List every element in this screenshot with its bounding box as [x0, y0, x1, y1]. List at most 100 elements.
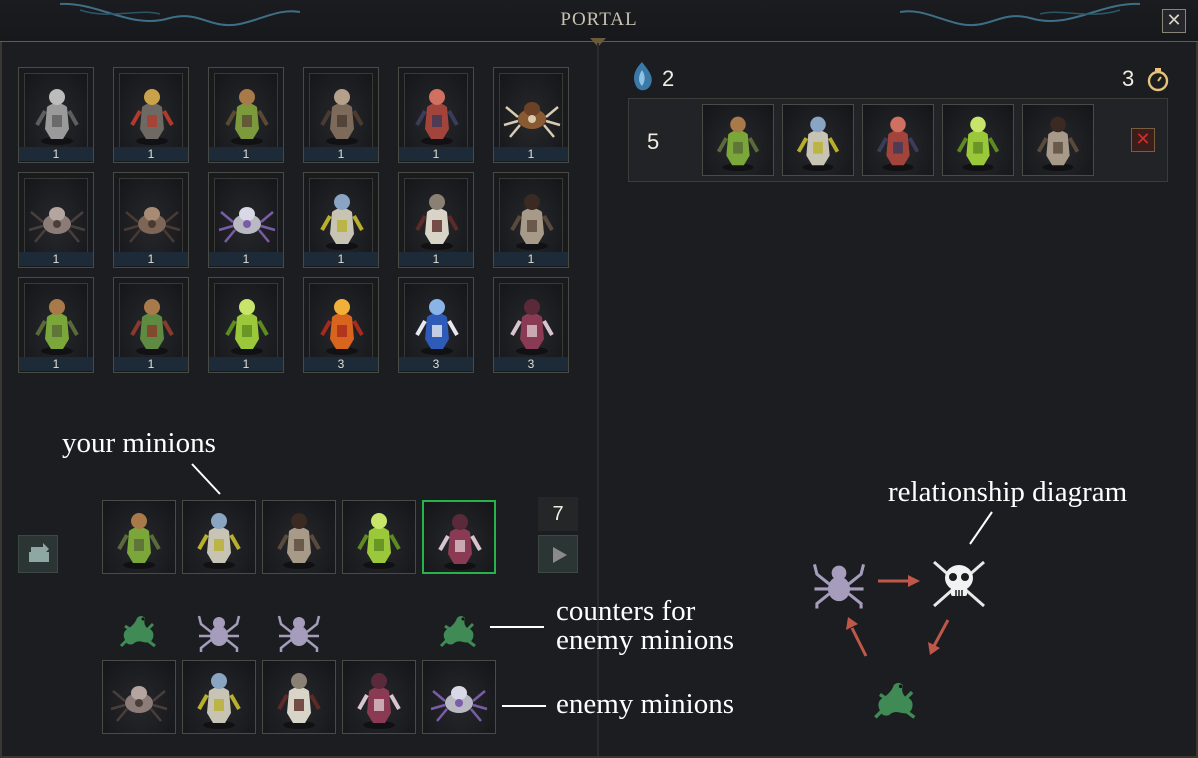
your-minion-green-ghoul[interactable] — [342, 500, 416, 574]
wave-unit-red-ratman[interactable] — [862, 104, 934, 176]
armored-knight-icon — [35, 89, 79, 145]
goblin-archer-icon — [225, 89, 269, 145]
title-bar: PORTAL ✕ — [0, 0, 1198, 47]
skeleton-shield-icon — [197, 673, 241, 729]
roster-slot-brown-spider[interactable]: 1 — [113, 172, 189, 268]
roster-count: 3 — [494, 357, 568, 371]
arrow-skull-to-lizard — [928, 619, 950, 655]
red-ratman-icon — [415, 89, 459, 145]
roster-slot-armored-knight[interactable]: 1 — [18, 67, 94, 163]
your-minion-skeleton-shield[interactable] — [182, 500, 256, 574]
remaining-count: 7 — [538, 497, 578, 531]
essence-value: 2 — [662, 66, 675, 91]
diagram-lizard — [870, 676, 922, 722]
roster-slot-horned-goblin[interactable]: 1 — [113, 67, 189, 163]
your-minion-lizard-club[interactable] — [102, 500, 176, 574]
roster-slot-porcupine[interactable]: 1 — [493, 67, 569, 163]
roster-count: 1 — [114, 252, 188, 266]
next-button[interactable] — [538, 535, 578, 573]
roster-portrait — [309, 178, 373, 256]
lizard-spear-icon — [130, 299, 174, 355]
wave-unit-lizard-club[interactable] — [702, 104, 774, 176]
pirate-icon — [277, 513, 321, 569]
horned-goblin-icon — [130, 89, 174, 145]
diagram-spider — [812, 557, 866, 611]
roster-count: 1 — [19, 357, 93, 371]
roster-portrait — [24, 73, 88, 151]
scorpion-icon — [28, 207, 86, 243]
roster-slot-pirate[interactable]: 1 — [493, 172, 569, 268]
roster-portrait — [404, 283, 468, 361]
crystal-spider-icon — [218, 207, 276, 243]
roster-slot-lizard-spear[interactable]: 1 — [113, 277, 189, 373]
skeleton-shield-icon — [796, 116, 840, 172]
roster-count: 1 — [304, 252, 378, 266]
roster-slot-dark-mage[interactable]: 3 — [493, 277, 569, 373]
roster-count: 1 — [304, 147, 378, 161]
enemy-minion-skeleton-shield — [182, 660, 256, 734]
counter-lizard — [437, 610, 481, 650]
fire-mage-icon — [320, 299, 364, 355]
roster-slot-scorpion[interactable]: 1 — [18, 172, 94, 268]
green-ghoul-icon — [357, 513, 401, 569]
roster-count: 1 — [494, 252, 568, 266]
crystal-spider-icon — [430, 686, 488, 722]
roster-count: 1 — [209, 357, 283, 371]
roster-count: 3 — [304, 357, 378, 371]
roster-slot-crystal-spider[interactable]: 1 — [208, 172, 284, 268]
annotation-your-minions: your minions — [62, 427, 216, 459]
roster-portrait — [119, 283, 183, 361]
window-title: PORTAL — [560, 9, 638, 30]
roster-slot-lizard-club[interactable]: 1 — [18, 277, 94, 373]
roster-portrait — [499, 73, 563, 151]
wave-unit-skeleton-shield[interactable] — [782, 104, 854, 176]
spider-icon — [812, 563, 866, 609]
swap-icon — [29, 543, 49, 562]
roster-portrait — [404, 73, 468, 151]
pirate-icon — [1036, 116, 1080, 172]
counter-spider — [277, 610, 321, 654]
your-minion-pirate[interactable] — [262, 500, 336, 574]
roster-count: 1 — [114, 357, 188, 371]
dark-mage-icon — [357, 673, 401, 729]
roster-slot-blue-mage[interactable]: 3 — [398, 277, 474, 373]
annotation-pointer-your-minions — [191, 463, 221, 495]
lizard-icon — [874, 682, 916, 719]
roster-portrait — [24, 283, 88, 361]
dark-mage-icon — [438, 514, 482, 570]
red-ratman-icon — [876, 116, 920, 172]
enemy-minion-dark-mage — [342, 660, 416, 734]
stopwatch-icon — [1147, 68, 1169, 92]
annotation-counters-line2: enemy minions — [556, 624, 735, 656]
essence-icon — [634, 62, 652, 91]
swap-button[interactable] — [18, 535, 58, 573]
roster-slot-green-ghoul[interactable]: 1 — [208, 277, 284, 373]
green-ghoul-icon — [956, 116, 1000, 172]
dark-mage-icon — [510, 299, 554, 355]
lizard-club-icon — [117, 513, 161, 569]
annotation-pointer-counters — [490, 626, 544, 628]
roster-portrait — [119, 73, 183, 151]
play-icon — [553, 547, 567, 563]
lizard-icon — [439, 616, 476, 648]
roster-slot-skeleton[interactable]: 1 — [398, 172, 474, 268]
roster-portrait — [119, 178, 183, 256]
arrow-lizard-to-spider — [846, 617, 868, 657]
roster-count: 1 — [114, 147, 188, 161]
remove-wave-button[interactable]: ✕ — [1131, 128, 1155, 152]
roster-slot-rat-shieldbearer[interactable]: 1 — [303, 67, 379, 163]
annotation-counters-line1: counters for — [556, 595, 696, 627]
roster-slot-red-ratman[interactable]: 1 — [398, 67, 474, 163]
roster-slot-fire-mage[interactable]: 3 — [303, 277, 379, 373]
roster-slot-goblin-archer[interactable]: 1 — [208, 67, 284, 163]
close-button[interactable]: ✕ — [1162, 9, 1186, 33]
skull-crossed-swords-icon — [933, 560, 985, 608]
roster-slot-skeleton-shield[interactable]: 1 — [303, 172, 379, 268]
wave-unit-green-ghoul[interactable] — [942, 104, 1014, 176]
your-minion-dark-mage[interactable] — [422, 500, 496, 574]
blue-mage-icon — [415, 299, 459, 355]
wave-unit-pirate[interactable] — [1022, 104, 1094, 176]
annotation-enemy-minions: enemy minions — [556, 688, 735, 720]
green-ghoul-icon — [225, 299, 269, 355]
counter-spider — [197, 610, 241, 654]
